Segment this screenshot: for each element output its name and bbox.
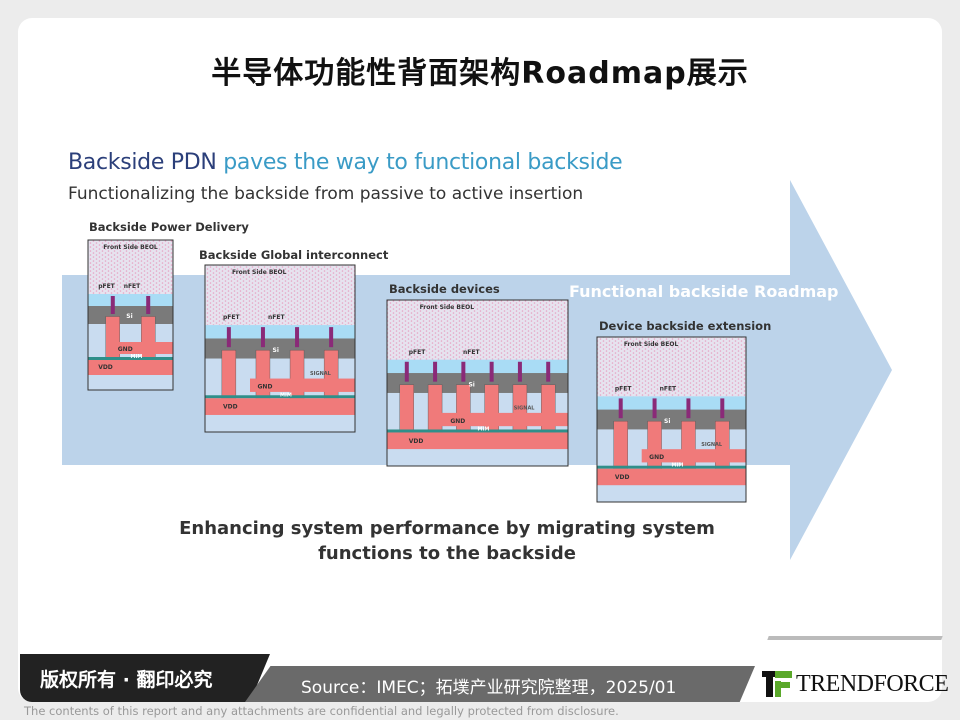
disclaimer: The contents of this report and any atta… [24,704,619,718]
label-pfet: pFET [98,283,115,290]
roadmap-diagram: Front Side BEOLpFET nFETSiGNDMIMVDDFront … [62,180,892,560]
label-si: Si [468,381,474,388]
caption-line-1: Enhancing system performance by migratin… [179,518,715,539]
contact-layer [387,359,568,374]
label-nfet: nFET [463,349,480,356]
heading-part1: Backside PDN [68,150,217,175]
trendforce-logo: TRENDFORCE [762,666,949,702]
via [652,398,657,419]
source-bar: Source：IMEC；拓墣产业研究院整理，2025/01 [245,666,755,702]
caption-line-2: functions to the backside [318,543,576,564]
slide-title: 半导体功能性背面架构Roadmap展示 [211,56,749,91]
label-beol: Front Side BEOL [103,244,158,251]
label-nfet: nFET [660,385,677,392]
label-beol: Front Side BEOL [624,341,679,348]
panel-label-power-delivery: Backside Power Delivery [89,220,249,234]
label-si: Si [126,313,132,320]
label-mim: MIM [672,463,684,469]
panel-label-backside-devices: Backside devices [389,282,500,296]
via [517,361,522,382]
label-vdd: VDD [615,474,630,481]
label-nfet: nFET [124,283,141,290]
label-gnd: GND [450,418,465,425]
copyright-tab: 版权所有 · 翻印必究 [20,654,270,702]
label-gnd: GND [258,384,273,391]
label-si: Si [273,347,279,354]
via [329,327,334,348]
label-nfet: nFET [268,314,285,321]
via [260,327,265,348]
label-gnd: GND [118,346,133,353]
label-mim: MIM [280,392,292,398]
label-vdd: VDD [98,364,113,371]
label-pfet: pFET [409,349,426,356]
via [461,361,466,382]
via [546,361,551,382]
panel-label-global-interconnect: Backside Global interconnect [199,248,389,262]
figure-caption: Enhancing system performance by migratin… [122,516,772,566]
label-signal: SIGNAL [514,406,536,412]
via [146,296,151,314]
via [489,361,494,382]
label-signal: SIGNAL [701,442,723,448]
label-gnd: GND [649,454,664,461]
label-signal: SIGNAL [310,371,332,377]
label-vdd: VDD [223,404,238,411]
copyright-text: 版权所有 · 翻印必究 [40,669,213,691]
footer-accent-line [767,636,943,640]
label-mim: MIM [131,354,143,360]
via [226,327,231,348]
via [295,327,300,348]
roadmap-figure: Front Side BEOL pFET nFET Si GND MIM VDD Front … [62,148,896,572]
figure-heading: Backside PDN paves the way to functional… [68,150,623,175]
trendforce-logo-icon [762,671,792,697]
label-vdd: VDD [409,438,424,445]
source-text: Source：IMEC；拓墣产业研究院整理，2025/01 [301,678,677,698]
label-pfet: pFET [615,385,632,392]
label-beol: Front Side BEOL [420,304,475,311]
contact-layer [88,294,173,306]
via [404,361,409,382]
label-si: Si [664,418,670,425]
label-mim: MIM [478,426,490,432]
via [433,361,438,382]
heading-part2: paves the way to functional backside [223,150,623,175]
trendforce-logo-text: TRENDFORCE [796,670,949,697]
via [110,296,115,314]
panel-label-device-extension: Device backside extension [599,319,772,333]
via [720,398,725,419]
label-pfet: pFET [223,314,240,321]
via [618,398,623,419]
figure-subheading: Functionalizing the backside from passiv… [68,184,584,204]
label-beol: Front Side BEOL [232,269,287,276]
via [686,398,691,419]
roadmap-label: Functional backside Roadmap [569,282,839,301]
si-layer [387,373,568,393]
